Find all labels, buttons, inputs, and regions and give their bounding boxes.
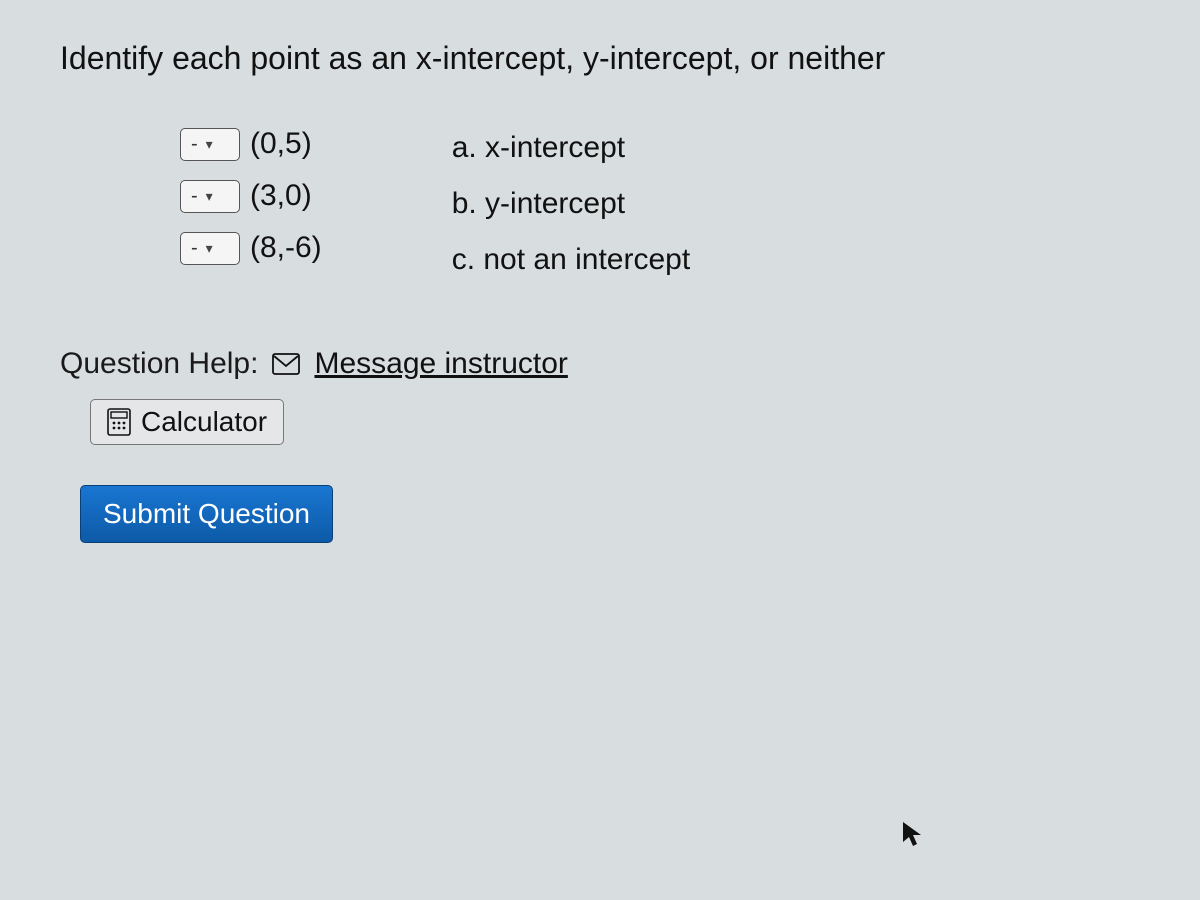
matching-left-column: - ▾ (0,5) - ▾ (3,0) - ▾ (8,-6) [180,127,322,277]
calculator-label: Calculator [141,406,267,438]
cursor-icon [900,820,924,848]
message-instructor-link[interactable]: Message instructor [314,347,567,381]
match-row: - ▾ (3,0) [180,179,322,213]
point-label: (3,0) [250,179,312,213]
answer-select-1[interactable]: - ▾ [180,128,240,161]
point-label: (8,-6) [250,231,322,265]
select-value: - [191,237,198,260]
answer-select-2[interactable]: - ▾ [180,180,240,213]
select-value: - [191,133,198,156]
select-value: - [191,185,198,208]
choice-b: b. y-intercept [452,187,690,221]
chevron-down-icon: ▾ [206,136,213,153]
matching-container: - ▾ (0,5) - ▾ (3,0) - ▾ (8,-6) a. x-inte… [180,127,1140,277]
submit-question-button[interactable]: Submit Question [80,485,333,543]
question-prompt: Identify each point as an x-intercept, y… [60,40,1140,77]
question-help-label: Question Help: [60,347,258,381]
question-help-row: Question Help: Message instructor [60,347,1140,381]
mail-icon [272,353,300,375]
choice-a: a. x-intercept [452,131,690,165]
matching-right-column: a. x-intercept b. y-intercept c. not an … [452,127,690,277]
point-label: (0,5) [250,127,312,161]
calculator-button[interactable]: Calculator [90,399,284,445]
match-row: - ▾ (0,5) [180,127,322,161]
choice-c: c. not an intercept [452,243,690,277]
calculator-icon [107,408,131,436]
chevron-down-icon: ▾ [206,188,213,205]
answer-select-3[interactable]: - ▾ [180,232,240,265]
match-row: - ▾ (8,-6) [180,231,322,265]
chevron-down-icon: ▾ [206,240,213,257]
